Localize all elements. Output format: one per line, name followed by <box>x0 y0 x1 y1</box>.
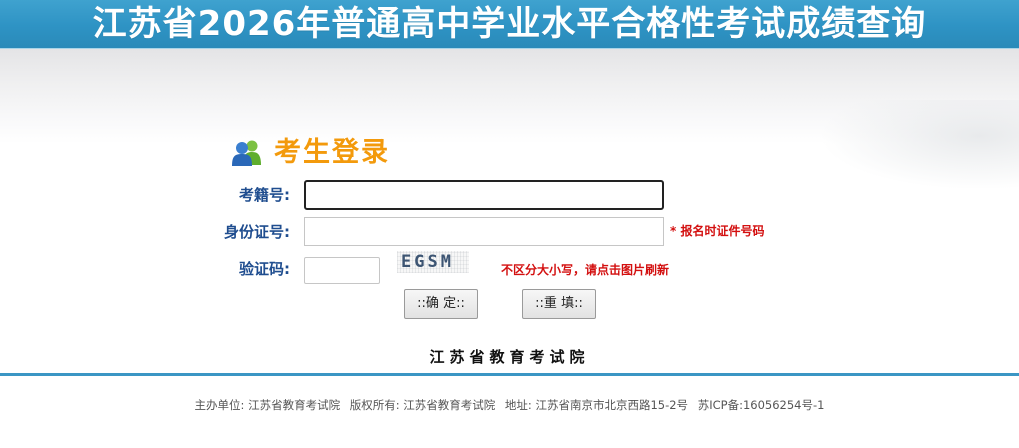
decorative-cloud <box>819 100 1019 190</box>
page-title: 江苏省2026年普通高中学业水平合格性考试成绩查询 <box>92 4 927 44</box>
login-heading: 考生登录 <box>232 133 390 173</box>
login-title: 考生登录 <box>274 137 390 168</box>
reset-button[interactable]: ::重 填:: <box>522 289 596 319</box>
page: 江苏省2026年普通高中学业水平合格性考试成绩查询 考生登录 考籍号: 身份证号… <box>0 0 1019 448</box>
footer-icp: 苏ICP备:16056254号-1 <box>697 398 825 412</box>
exam-id-label: 考籍号: <box>239 186 290 204</box>
captcha-hint: 不区分大小写，请点击图片刷新 <box>501 263 670 277</box>
confirm-button[interactable]: ::确 定:: <box>404 289 478 319</box>
footer-copyright: 版权所有: 江苏省教育考试院 <box>349 398 496 412</box>
footer-host: 主办单位: 江苏省教育考试院 <box>194 398 341 412</box>
footer: 主办单位: 江苏省教育考试院 版权所有: 江苏省教育考试院 地址: 江苏省南京市… <box>0 396 1019 414</box>
users-icon <box>232 139 262 167</box>
organization-name: 江苏省教育考试院 <box>429 348 590 366</box>
captcha-image-text: EGSM <box>401 252 454 272</box>
id-card-hint: * 报名时证件号码 <box>670 224 765 238</box>
captcha-image[interactable]: EGSM <box>397 251 469 273</box>
id-card-input[interactable] <box>304 217 664 246</box>
captcha-label: 验证码: <box>239 260 290 278</box>
header-banner: 江苏省2026年普通高中学业水平合格性考试成绩查询 <box>0 0 1019 49</box>
footer-divider <box>0 373 1019 376</box>
footer-address: 地址: 江苏省南京市北京西路15-2号 <box>504 398 689 412</box>
captcha-input[interactable] <box>304 257 380 284</box>
id-card-label: 身份证号: <box>224 223 290 241</box>
exam-id-input[interactable] <box>304 180 664 210</box>
